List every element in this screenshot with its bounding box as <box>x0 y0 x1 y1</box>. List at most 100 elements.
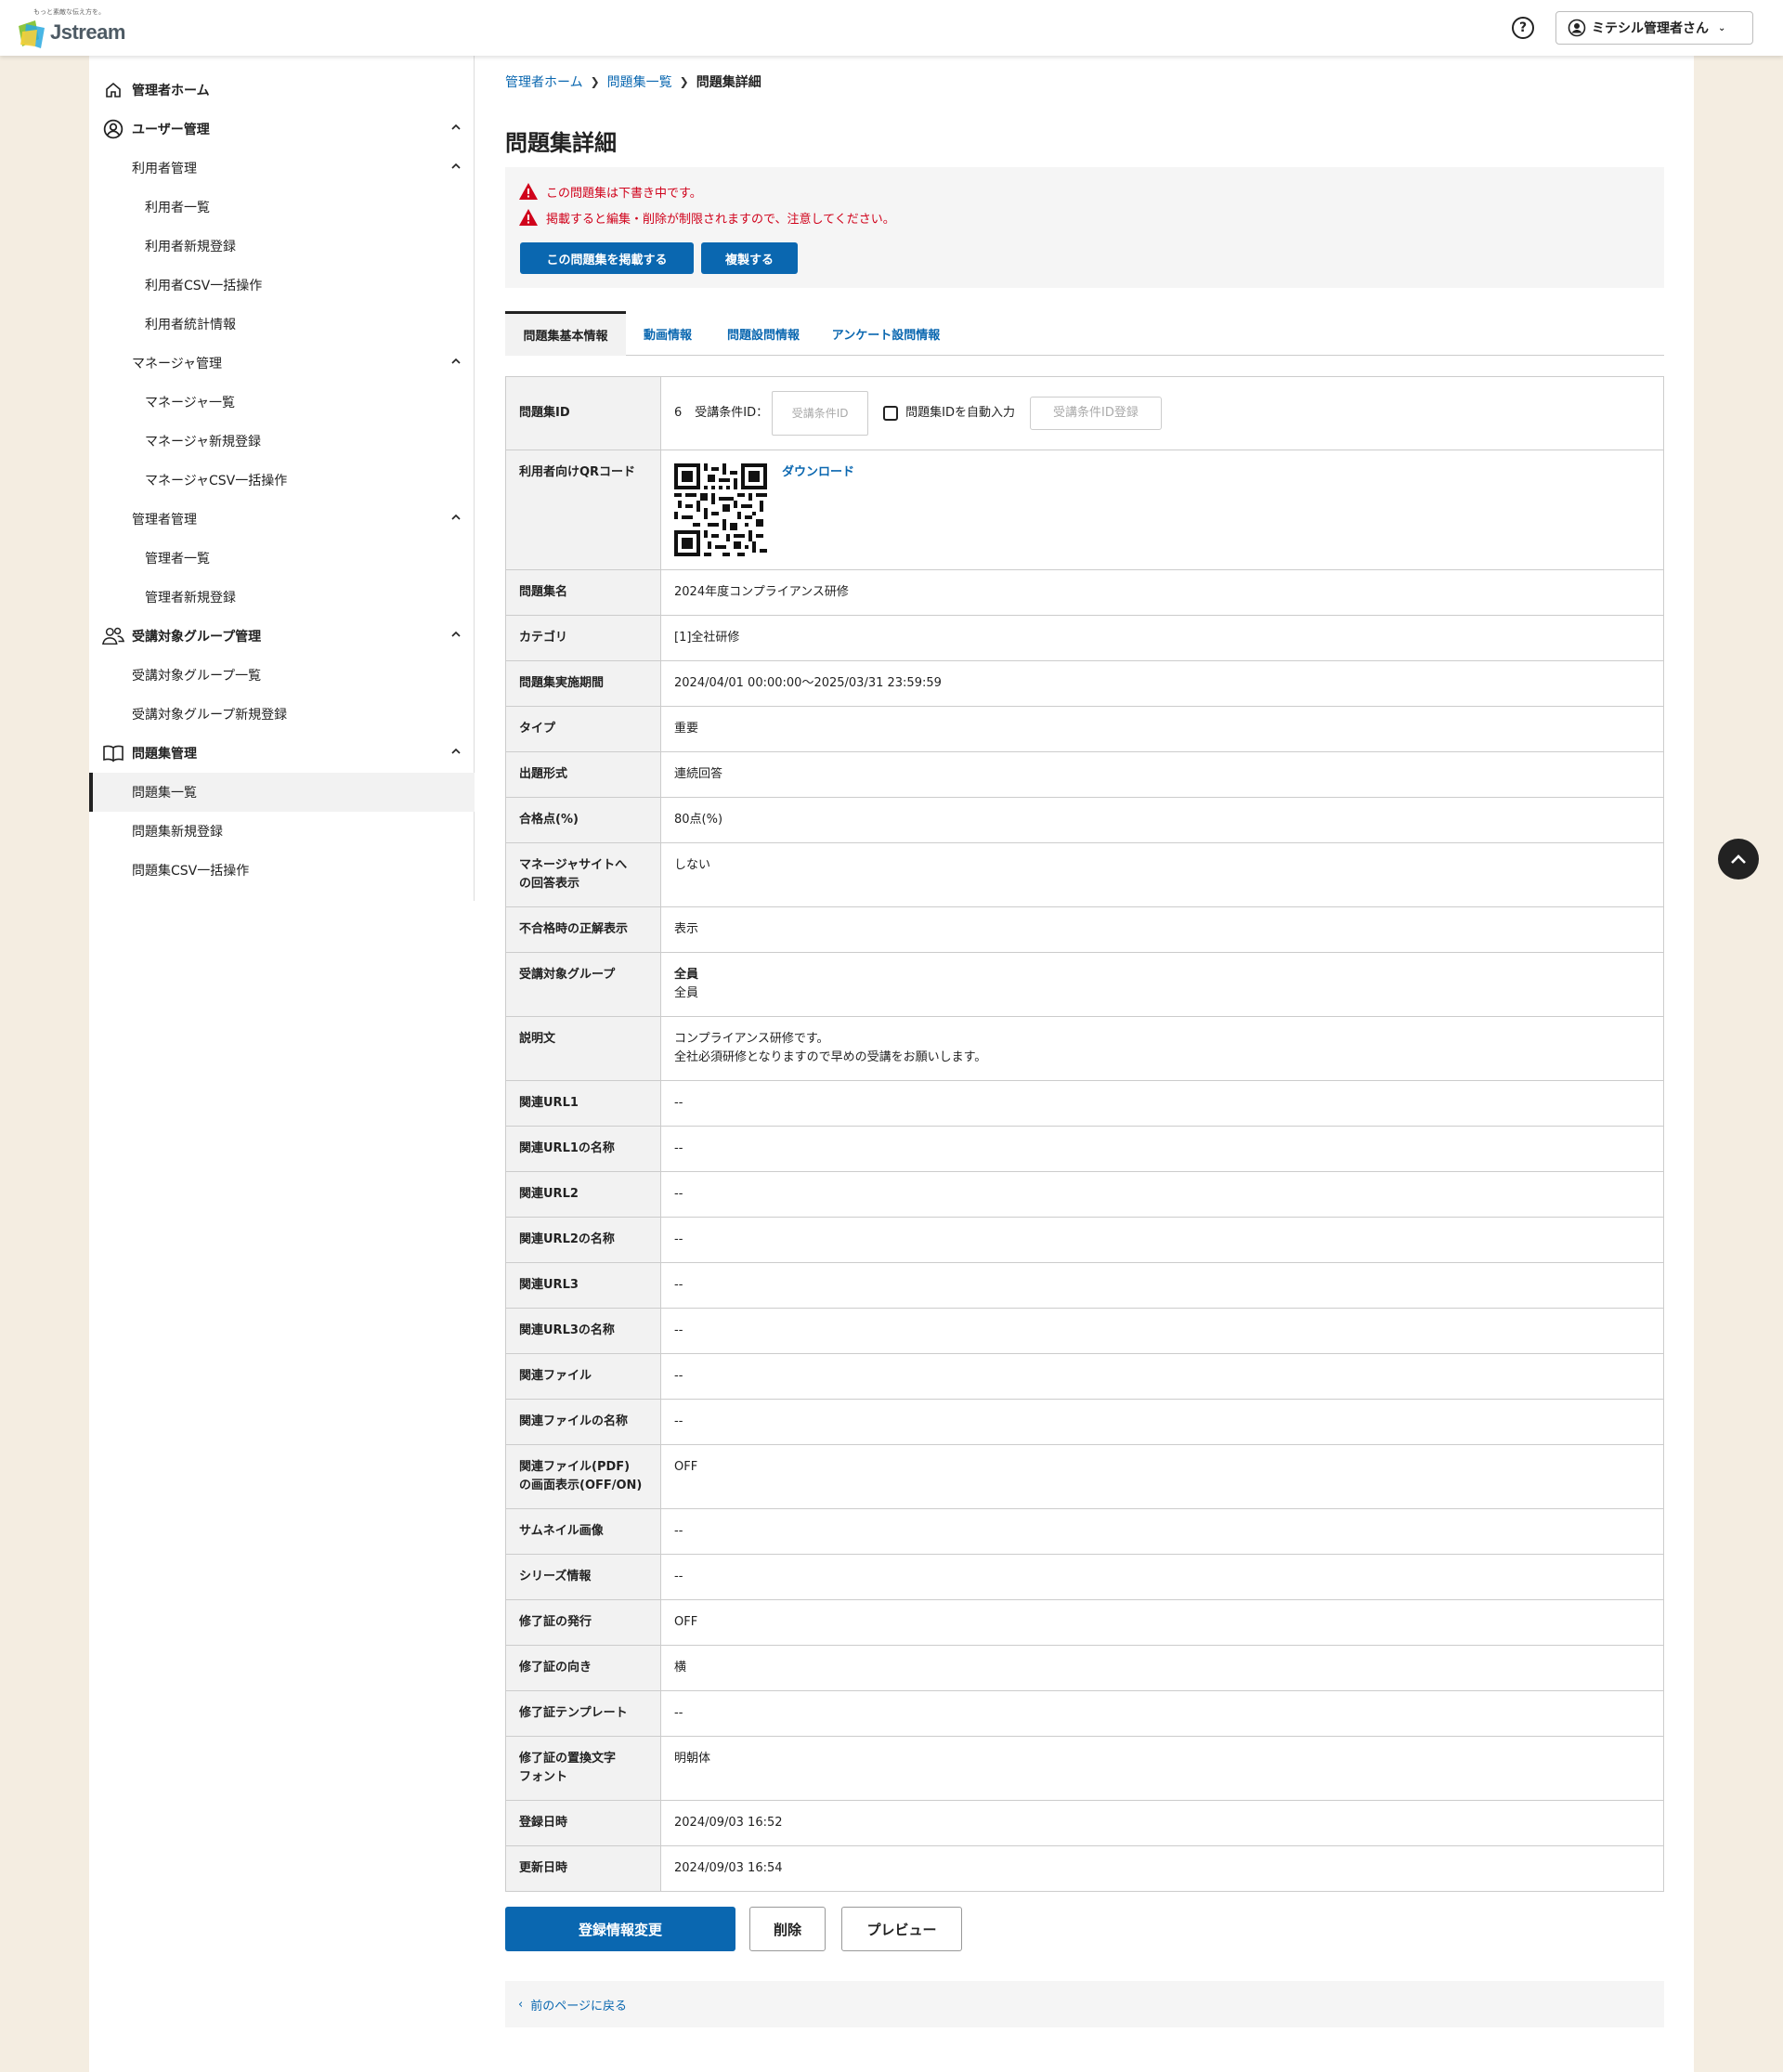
row-label: 関連URL3 <box>506 1263 661 1308</box>
sidebar-item-label: 問題集CSV一括操作 <box>132 864 250 879</box>
table-row: 関連ファイル(PDF) の画面表示(OFF/ON) OFF <box>506 1445 1663 1509</box>
preview-button[interactable]: プレビュー <box>841 1907 962 1951</box>
condition-id-input[interactable]: 受講条件ID <box>772 391 869 436</box>
row-label: 修了証の置換文字 フォント <box>506 1737 661 1800</box>
row-label: 登録日時 <box>506 1801 661 1845</box>
sidebar-item-label: 利用者CSV一括操作 <box>145 279 263 293</box>
sidebar-item-quiz-management[interactable]: 問題集管理 <box>89 734 475 773</box>
row-value: 全員 全員 <box>661 953 1663 1016</box>
sidebar-item-quiz-list[interactable]: 問題集一覧 <box>89 773 475 812</box>
sidebar-item-manager-csv[interactable]: マネージャCSV一括操作 <box>89 461 475 500</box>
row-value: -- <box>674 1706 683 1720</box>
jstream-logo[interactable]: もっと素敵な伝え方を。 Jstream <box>13 7 125 48</box>
sidebar-item-group-management[interactable]: 受講対象グループ管理 <box>89 617 475 656</box>
row-label: シリーズ情報 <box>506 1555 661 1599</box>
sidebar-item-user-list[interactable]: 利用者一覧 <box>89 188 475 227</box>
row-label: 関連URL1の名称 <box>506 1127 661 1171</box>
tab-basic-info[interactable]: 問題集基本情報 <box>505 311 626 356</box>
user-menu-button[interactable]: ミテシル管理者さん ⌄ <box>1555 11 1753 45</box>
tab-question-info[interactable]: 問題設問情報 <box>709 311 817 356</box>
back-link[interactable]: 前のページに戻る <box>530 1996 627 2013</box>
auto-input-label[interactable]: 問題集IDを自動入力 <box>905 404 1015 423</box>
help-icon[interactable]: ? <box>1512 17 1534 39</box>
row-label: 関連ファイルの名称 <box>506 1400 661 1444</box>
sidebar-item-admin-list[interactable]: 管理者一覧 <box>89 539 475 578</box>
sidebar-item-label: 利用者管理 <box>132 162 197 176</box>
tab-survey-info[interactable]: アンケート設問情報 <box>817 311 955 356</box>
publish-button[interactable]: この問題集を掲載する <box>520 242 694 274</box>
row-value: 横 <box>674 1661 687 1675</box>
sidebar-item-label: 受講対象グループ一覧 <box>132 669 262 684</box>
logo-mark-icon <box>19 20 45 48</box>
qr-download-link[interactable]: ダウンロード <box>782 463 854 482</box>
row-label: 説明文 <box>506 1017 661 1080</box>
sidebar-item-admin-new[interactable]: 管理者新規登録 <box>89 578 475 617</box>
row-value: コンプライアンス研修です。 全社必須研修となりますので早めの受講をお願いします。 <box>674 1032 987 1064</box>
row-value: 2024/09/03 16:52 <box>674 1816 783 1830</box>
sidebar-item-user-new[interactable]: 利用者新規登録 <box>89 227 475 266</box>
table-row: タイプ 重要 <box>506 707 1663 752</box>
chevron-up-icon[interactable] <box>450 356 462 367</box>
table-row: サムネイル画像 -- <box>506 1509 1663 1555</box>
sidebar-item-label: 問題集管理 <box>132 747 197 762</box>
chevron-up-icon[interactable] <box>450 512 462 523</box>
row-value: -- <box>674 1524 683 1538</box>
tab-video-info[interactable]: 動画情報 <box>626 311 709 356</box>
users-icon <box>102 625 124 647</box>
sidebar-item-admin-admin[interactable]: 管理者管理 <box>89 500 475 539</box>
row-value: 2024/04/01 00:00:00～2025/03/31 23:59:59 <box>674 676 942 690</box>
sidebar: 管理者ホーム ユーザー管理 利用者管理 利用者一覧 利用者新規登録 利用者CSV… <box>89 56 475 901</box>
row-value: -- <box>674 1232 683 1246</box>
sidebar-item-label: 受講対象グループ新規登録 <box>132 708 288 723</box>
chevron-up-icon[interactable] <box>450 161 462 172</box>
sidebar-item-group-list[interactable]: 受講対象グループ一覧 <box>89 656 475 695</box>
row-value: -- <box>674 1570 683 1583</box>
sidebar-item-user-stats[interactable]: 利用者統計情報 <box>89 305 475 344</box>
sidebar-item-manager-list[interactable]: マネージャ一覧 <box>89 383 475 422</box>
table-row: 更新日時 2024/09/03 16:54 <box>506 1846 1663 1892</box>
row-value: 2024/09/03 16:54 <box>674 1861 783 1875</box>
sidebar-item-label: 管理者管理 <box>132 513 197 528</box>
row-value: -- <box>674 1414 683 1428</box>
breadcrumb: 管理者ホーム ❯ 問題集一覧 ❯ 問題集詳細 <box>505 72 761 91</box>
chevron-up-icon[interactable] <box>450 746 462 757</box>
row-label: 問題集名 <box>506 570 661 615</box>
table-row: 修了証の置換文字 フォント 明朝体 <box>506 1737 1663 1801</box>
copy-button[interactable]: 複製する <box>701 242 798 274</box>
sidebar-item-label: 利用者新規登録 <box>145 240 236 254</box>
breadcrumb-list-link[interactable]: 問題集一覧 <box>607 72 672 91</box>
register-condition-button[interactable]: 受講条件ID登録 <box>1030 397 1162 430</box>
sidebar-item-quiz-csv[interactable]: 問題集CSV一括操作 <box>89 851 475 890</box>
row-label: 受講対象グループ <box>506 953 661 1016</box>
detail-tabs: 問題集基本情報 動画情報 問題設問情報 アンケート設問情報 <box>505 311 1664 356</box>
back-link-bar: ‹ 前のページに戻る <box>505 1981 1664 2027</box>
delete-button[interactable]: 削除 <box>749 1907 826 1951</box>
table-row: 合格点(%) 80点(%) <box>506 798 1663 843</box>
sidebar-item-user-management[interactable]: ユーザー管理 <box>89 110 475 149</box>
edit-button[interactable]: 登録情報変更 <box>505 1907 735 1951</box>
logo-tagline: もっと素敵な伝え方を。 <box>33 8 105 16</box>
scroll-top-button[interactable] <box>1718 839 1759 880</box>
user-circle-icon <box>102 118 124 140</box>
table-row: 関連URL1の名称 -- <box>506 1127 1663 1172</box>
chevron-up-icon[interactable] <box>450 629 462 640</box>
chevron-up-icon[interactable] <box>450 122 462 133</box>
auto-input-checkbox[interactable] <box>883 406 899 421</box>
table-row: 関連URL2 -- <box>506 1172 1663 1218</box>
sidebar-item-label: マネージャ一覧 <box>145 396 236 410</box>
table-row: 修了証テンプレート -- <box>506 1691 1663 1737</box>
row-label: 修了証の発行 <box>506 1600 661 1645</box>
breadcrumb-home-link[interactable]: 管理者ホーム <box>505 72 583 91</box>
sidebar-item-user-csv[interactable]: 利用者CSV一括操作 <box>89 266 475 305</box>
table-row: 関連URL3 -- <box>506 1263 1663 1309</box>
sidebar-item-manager-admin[interactable]: マネージャ管理 <box>89 344 475 383</box>
sidebar-item-quiz-new[interactable]: 問題集新規登録 <box>89 812 475 851</box>
book-icon <box>102 742 124 764</box>
sidebar-item-admin-home[interactable]: 管理者ホーム <box>89 71 475 110</box>
row-value: 明朝体 <box>674 1752 711 1766</box>
row-label: 修了証の向き <box>506 1646 661 1690</box>
sidebar-item-group-new[interactable]: 受講対象グループ新規登録 <box>89 695 475 734</box>
sidebar-item-manager-new[interactable]: マネージャ新規登録 <box>89 422 475 461</box>
sidebar-item-user-admin[interactable]: 利用者管理 <box>89 149 475 188</box>
chevron-right-icon: ❯ <box>590 75 600 88</box>
